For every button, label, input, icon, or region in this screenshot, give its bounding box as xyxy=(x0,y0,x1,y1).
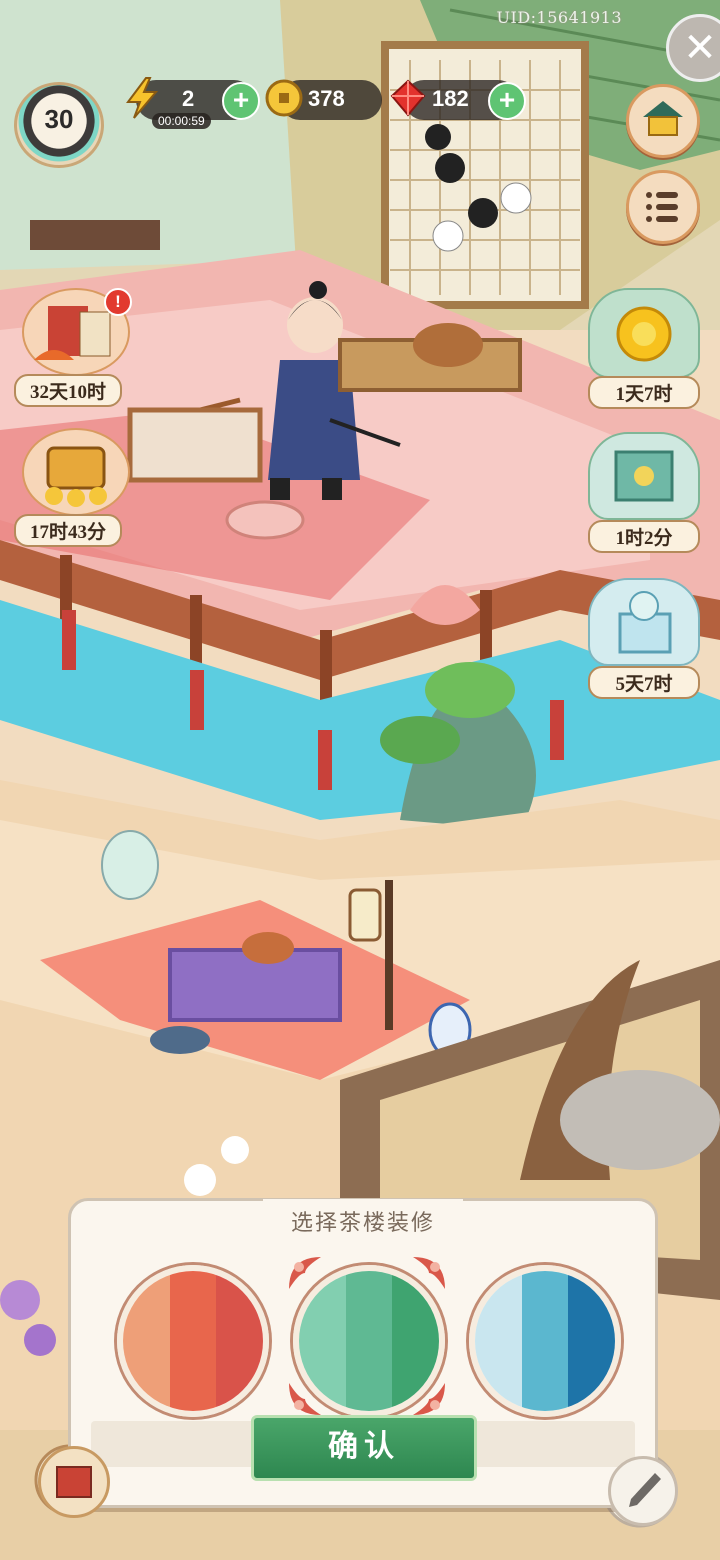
swatch-stripe xyxy=(475,1271,522,1411)
selection-corner-icon xyxy=(413,1383,445,1415)
selection-corner-icon xyxy=(413,1257,445,1289)
menu-list-icon xyxy=(646,192,678,222)
swatch-stripe xyxy=(521,1271,569,1411)
gift-cat-icon xyxy=(588,578,700,666)
chrysanthemum-icon xyxy=(588,288,700,378)
scroll-timer-label: 32天10时 xyxy=(14,374,123,407)
selection-corner-icon xyxy=(289,1257,321,1289)
swatch-stripe xyxy=(345,1271,393,1411)
inventory-button[interactable] xyxy=(38,1446,110,1518)
side-event-chrysanthemum[interactable]: 1天7时 xyxy=(580,288,704,409)
close-icon: ✕ xyxy=(683,25,717,71)
side-event-gift[interactable]: 5天7时 xyxy=(580,578,704,699)
shop-pavilion-icon xyxy=(643,101,683,136)
coins-value: 378 xyxy=(308,86,345,111)
plus-icon: + xyxy=(498,84,516,115)
side-event-scroll[interactable]: ! 32天10时 xyxy=(14,288,134,407)
theme-option-blue[interactable] xyxy=(469,1265,621,1417)
alert-badge: ! xyxy=(104,288,132,316)
jade-box-icon xyxy=(588,432,700,520)
side-event-jade-box[interactable]: 1时2分 xyxy=(580,432,704,553)
ruby-icon xyxy=(390,79,426,117)
energy-value: 2 xyxy=(182,86,195,111)
book-icon xyxy=(56,1466,92,1498)
jade-box-timer-label: 1时2分 xyxy=(588,520,700,553)
swatch-stripe xyxy=(568,1271,615,1411)
panel-title-wrap: 选择茶楼装修 xyxy=(71,1199,655,1243)
side-event-chest[interactable]: 17时43分 xyxy=(14,428,134,547)
chrysanthemum-timer-label: 1天7时 xyxy=(588,376,700,409)
energy-timer: 00:00:59 xyxy=(152,113,211,129)
gems-value: 182 xyxy=(432,86,469,111)
confirm-button[interactable]: 确认 xyxy=(251,1415,477,1481)
edit-button[interactable] xyxy=(608,1456,678,1526)
swatch-stripe xyxy=(123,1271,170,1411)
panel-title: 选择茶楼装修 xyxy=(262,1199,463,1243)
swatch-stripe xyxy=(216,1271,263,1411)
decoration-select-panel: 选择茶楼装修 确认 xyxy=(68,1198,658,1508)
treasure-chest-icon xyxy=(22,428,130,516)
swatch-stripe xyxy=(169,1271,217,1411)
coin-icon xyxy=(265,79,303,117)
player-level-badge[interactable]: 30 xyxy=(14,82,104,168)
shop-button[interactable] xyxy=(626,84,700,158)
gift-timer-label: 5天7时 xyxy=(588,666,700,699)
brush-icon xyxy=(629,1473,661,1507)
selection-corner-icon xyxy=(289,1383,321,1415)
menu-button[interactable] xyxy=(626,170,700,244)
theme-option-red[interactable] xyxy=(117,1265,269,1417)
plus-icon: + xyxy=(232,84,250,115)
player-level-value: 30 xyxy=(44,104,74,134)
add-gems-button[interactable]: + xyxy=(488,82,526,120)
add-energy-button[interactable]: + xyxy=(222,82,260,120)
user-id-label: UID:15641913 xyxy=(496,8,622,27)
chest-timer-label: 17时43分 xyxy=(14,514,123,547)
